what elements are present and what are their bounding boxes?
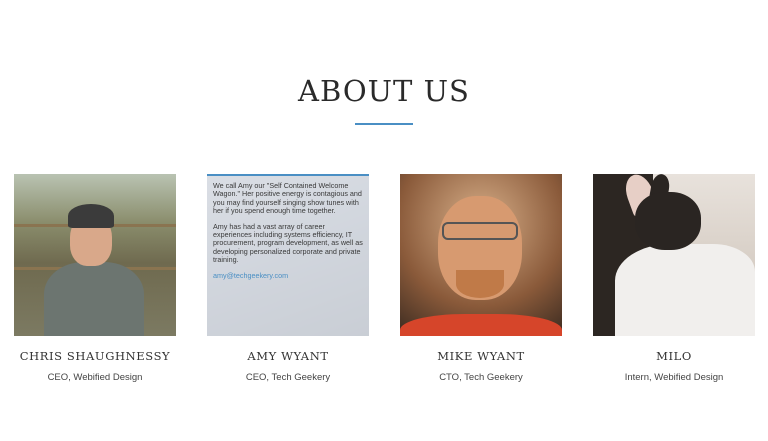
team-member-amy: We call Amy our "Self Contained Welcome … xyxy=(207,174,369,383)
team-grid: CHRIS SHAUGHNESSY CEO, Webified Design W… xyxy=(14,174,755,383)
glasses-icon xyxy=(442,222,518,240)
photo-amy-hover[interactable]: We call Amy our "Self Contained Welcome … xyxy=(207,174,369,336)
member-name: MIKE WYANT xyxy=(437,349,525,363)
member-name: MILO xyxy=(656,349,692,363)
member-role: CTO, Tech Geekery xyxy=(439,372,523,383)
photo-beard xyxy=(456,270,504,298)
member-role: Intern, Webified Design xyxy=(624,372,724,383)
member-name: AMY WYANT xyxy=(247,349,329,363)
photo-mike[interactable] xyxy=(400,174,562,336)
dog-head xyxy=(635,192,701,250)
photo-milo[interactable] xyxy=(593,174,755,336)
member-role: CEO, Webified Design xyxy=(47,372,143,383)
photo-chris[interactable] xyxy=(14,174,176,336)
team-member-milo: MILO Intern, Webified Design xyxy=(593,174,755,383)
email-link[interactable]: amy@techgeekery.com xyxy=(213,271,288,280)
bio-paragraph: Amy has had a vast array of career exper… xyxy=(213,221,363,265)
dog-body xyxy=(615,244,755,336)
team-member-chris: CHRIS SHAUGHNESSY CEO, Webified Design xyxy=(14,174,176,383)
photo-body xyxy=(44,262,144,336)
title-divider xyxy=(355,123,413,125)
member-name: CHRIS SHAUGHNESSY xyxy=(19,349,171,363)
member-role: CEO, Tech Geekery xyxy=(245,372,331,383)
photo-hat xyxy=(68,204,114,228)
team-member-mike: MIKE WYANT CTO, Tech Geekery xyxy=(400,174,562,383)
member-bio: We call Amy our "Self Contained Welcome … xyxy=(213,181,363,287)
photo-shirt xyxy=(400,314,562,336)
section-title: ABOUT US xyxy=(298,74,470,108)
bio-paragraph: We call Amy our "Self Contained Welcome … xyxy=(213,181,362,216)
